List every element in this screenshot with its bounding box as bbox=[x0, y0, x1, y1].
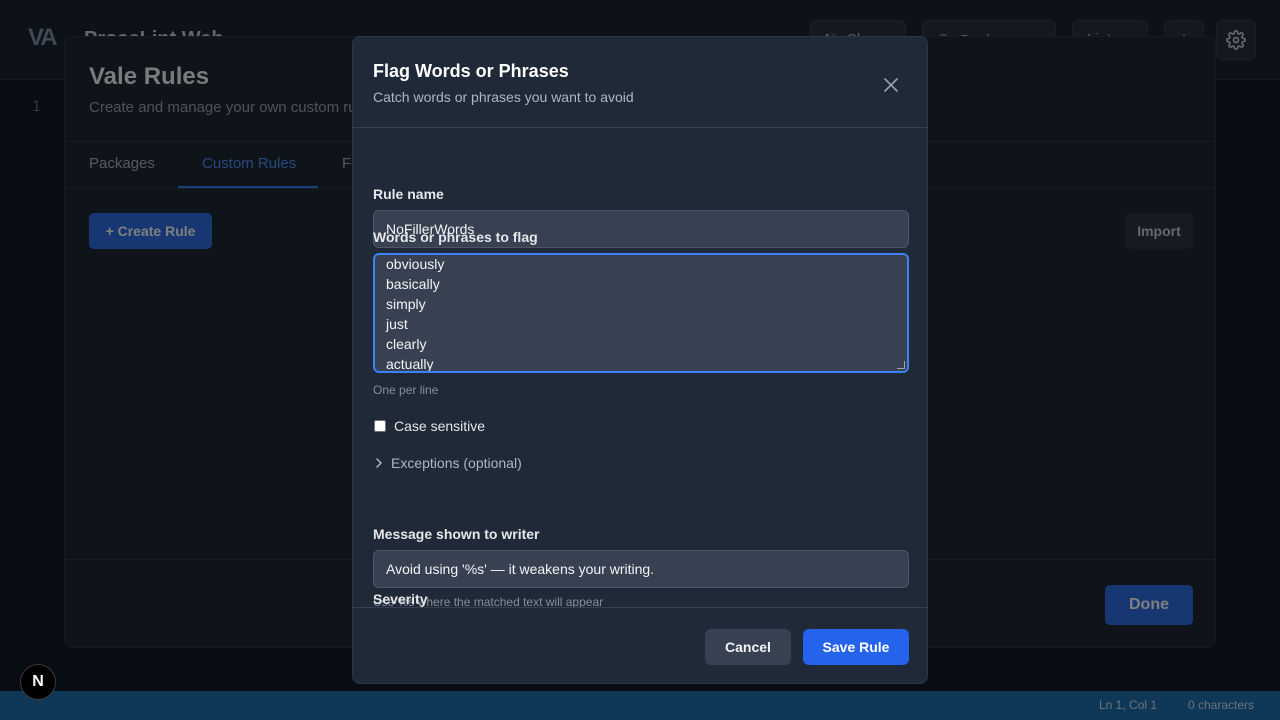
modal-body[interactable]: Rule name Words or phrases to flag obvio… bbox=[353, 128, 927, 607]
word-line: simply bbox=[386, 296, 426, 312]
save-rule-button[interactable]: Save Rule bbox=[803, 629, 909, 665]
case-sensitive-checkbox[interactable] bbox=[374, 420, 386, 432]
message-input[interactable] bbox=[373, 550, 909, 588]
word-line: clearly bbox=[386, 336, 427, 352]
severity-label: Severity bbox=[373, 591, 428, 607]
word-line: obviously bbox=[386, 256, 445, 272]
exceptions-toggle[interactable]: Exceptions (optional) bbox=[373, 453, 522, 473]
modal-footer: Cancel Save Rule bbox=[353, 608, 927, 683]
message-label: Message shown to writer bbox=[373, 526, 540, 542]
flag-words-modal: Flag Words or Phrases Catch words or phr… bbox=[352, 36, 928, 684]
case-sensitive-label[interactable]: Case sensitive bbox=[394, 418, 485, 434]
close-button[interactable] bbox=[879, 73, 903, 97]
cancel-button[interactable]: Cancel bbox=[705, 629, 791, 665]
rule-name-label: Rule name bbox=[373, 186, 444, 202]
modal-subtitle: Catch words or phrases you want to avoid bbox=[373, 89, 634, 105]
words-textarea[interactable]: obviously basically simply just clearly … bbox=[373, 253, 909, 373]
words-hint: One per line bbox=[373, 383, 439, 397]
resize-handle[interactable] bbox=[897, 361, 905, 369]
next-dev-badge[interactable]: N bbox=[20, 664, 56, 700]
words-label: Words or phrases to flag bbox=[373, 229, 538, 245]
close-icon bbox=[884, 78, 898, 92]
exceptions-label: Exceptions (optional) bbox=[391, 455, 522, 471]
word-line: actually bbox=[386, 356, 434, 372]
modal-title: Flag Words or Phrases bbox=[373, 61, 569, 81]
word-line: just bbox=[386, 316, 408, 332]
chevron-right-icon bbox=[376, 458, 382, 468]
word-line: basically bbox=[386, 276, 440, 292]
